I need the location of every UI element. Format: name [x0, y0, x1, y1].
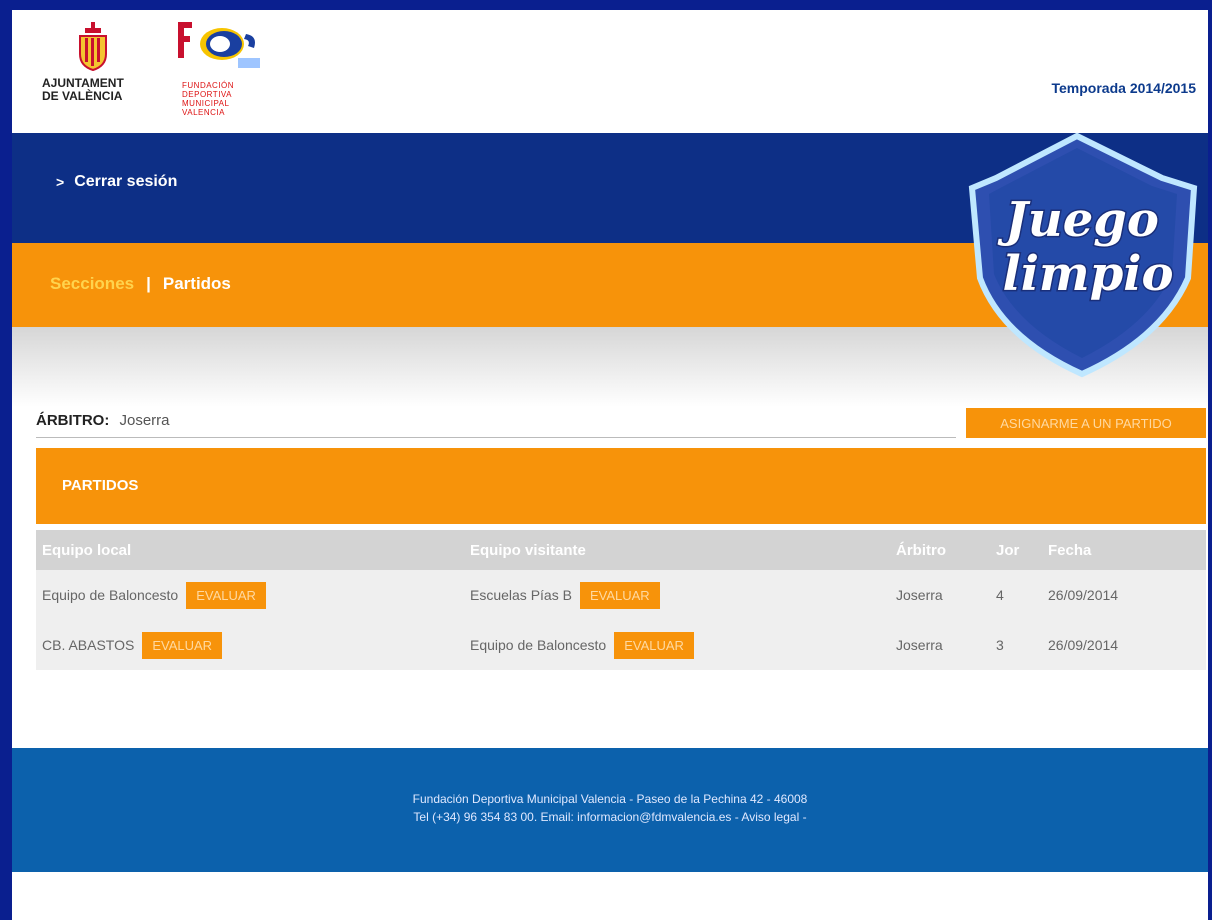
fdm-logo[interactable]: FUNDACIÓN DEPORTIVA MUNICIPAL VALENCIA	[174, 18, 274, 128]
cell-date: 26/09/2014	[1048, 587, 1119, 603]
window-frame-left	[0, 0, 12, 920]
table-row: CB. ABASTOS EVALUAR Equipo de Baloncesto…	[36, 620, 1206, 670]
matches-table: Equipo local Equipo visitante Árbitro Jo…	[36, 530, 1206, 670]
city-crest-icon	[79, 22, 107, 72]
site-header: AJUNTAMENT DE VALÈNCIA FUNDACIÓN DEPORTI…	[12, 10, 1208, 133]
site-footer: Fundación Deportiva Municipal Valencia -…	[12, 748, 1208, 872]
visitor-team: Escuelas Pías B	[470, 587, 572, 603]
ajuntament-logo[interactable]: AJUNTAMENT DE VALÈNCIA	[42, 22, 152, 122]
referee-line: ÁRBITRO: Joserra	[36, 412, 956, 438]
footer-address: Fundación Deportiva Municipal Valencia -…	[412, 792, 808, 806]
chevron-right-icon: >	[56, 174, 65, 190]
page: AJUNTAMENT DE VALÈNCIA FUNDACIÓN DEPORTI…	[12, 10, 1208, 920]
cell-local: Equipo de Baloncesto EVALUAR	[36, 581, 466, 609]
logout-label: Cerrar sesión	[74, 173, 178, 190]
fdm-line1: FUNDACIÓN	[182, 81, 235, 90]
cell-referee: Joserra	[896, 637, 943, 653]
juego-limpio-badge: Juego limpio	[968, 132, 1198, 378]
season-label: Temporada 2014/2015	[1051, 80, 1197, 96]
assign-match-button[interactable]: ASIGNARME A UN PARTIDO	[966, 408, 1206, 438]
fdm-line3: MUNICIPAL	[182, 99, 230, 108]
table-row: Equipo de Baloncesto EVALUAR Escuelas Pí…	[36, 570, 1206, 620]
matches-panel-title: PARTIDOS	[62, 477, 139, 494]
ajuntament-name: AJUNTAMENT DE VALÈNCIA	[42, 77, 152, 103]
col-local: Equipo local	[42, 541, 132, 559]
nav-separator: |	[146, 274, 151, 293]
referee-name: Joserra	[119, 412, 170, 429]
nav-secciones-link[interactable]: Secciones	[50, 274, 134, 294]
visitor-team: Equipo de Baloncesto	[470, 637, 607, 653]
cell-visitor: Equipo de Baloncesto EVALUAR	[466, 631, 896, 659]
fdm-line2: DEPORTIVA	[182, 90, 232, 99]
ajuntament-line2: DE VALÈNCIA	[42, 89, 123, 103]
cell-referee: Joserra	[896, 587, 943, 603]
col-visitor: Equipo visitante	[470, 541, 586, 559]
window-frame-top	[0, 0, 1212, 10]
fdm-mark-icon	[178, 22, 260, 68]
fdm-line4: VALENCIA	[182, 108, 225, 117]
local-team: Equipo de Baloncesto	[42, 587, 179, 603]
badge-line2: limpio	[1002, 246, 1173, 302]
col-date: Fecha	[1048, 541, 1092, 559]
col-round: Jor	[996, 541, 1020, 559]
evaluate-local-button[interactable]: EVALUAR	[186, 581, 266, 609]
evaluate-local-button[interactable]: EVALUAR	[142, 631, 223, 659]
referee-label: ÁRBITRO:	[36, 412, 110, 429]
cell-date: 26/09/2014	[1048, 637, 1119, 653]
cell-round: 3	[996, 637, 1004, 653]
local-team: CB. ABASTOS	[42, 637, 135, 653]
cell-local: CB. ABASTOS EVALUAR	[36, 631, 466, 659]
table-header: Equipo local Equipo visitante Árbitro Jo…	[36, 530, 1206, 570]
window-frame-right	[1208, 0, 1212, 920]
breadcrumb: Secciones | Partidos	[50, 274, 231, 294]
col-referee: Árbitro	[896, 541, 946, 559]
evaluate-visitor-button[interactable]: EVALUAR	[614, 631, 694, 659]
badge-line1: Juego	[997, 192, 1159, 248]
evaluate-visitor-button[interactable]: EVALUAR	[579, 581, 660, 609]
matches-panel-header: PARTIDOS	[36, 448, 1206, 524]
nav-partidos-link[interactable]: Partidos	[163, 274, 231, 294]
cell-visitor: Escuelas Pías B EVALUAR	[466, 581, 896, 609]
cell-round: 4	[996, 587, 1004, 603]
fdm-name: FUNDACIÓN DEPORTIVA MUNICIPAL VALENCIA	[182, 81, 262, 117]
footer-contact: Tel (+34) 96 354 83 00. Email: informaci…	[413, 810, 807, 824]
logout-link[interactable]: > Cerrar sesión	[56, 173, 177, 191]
